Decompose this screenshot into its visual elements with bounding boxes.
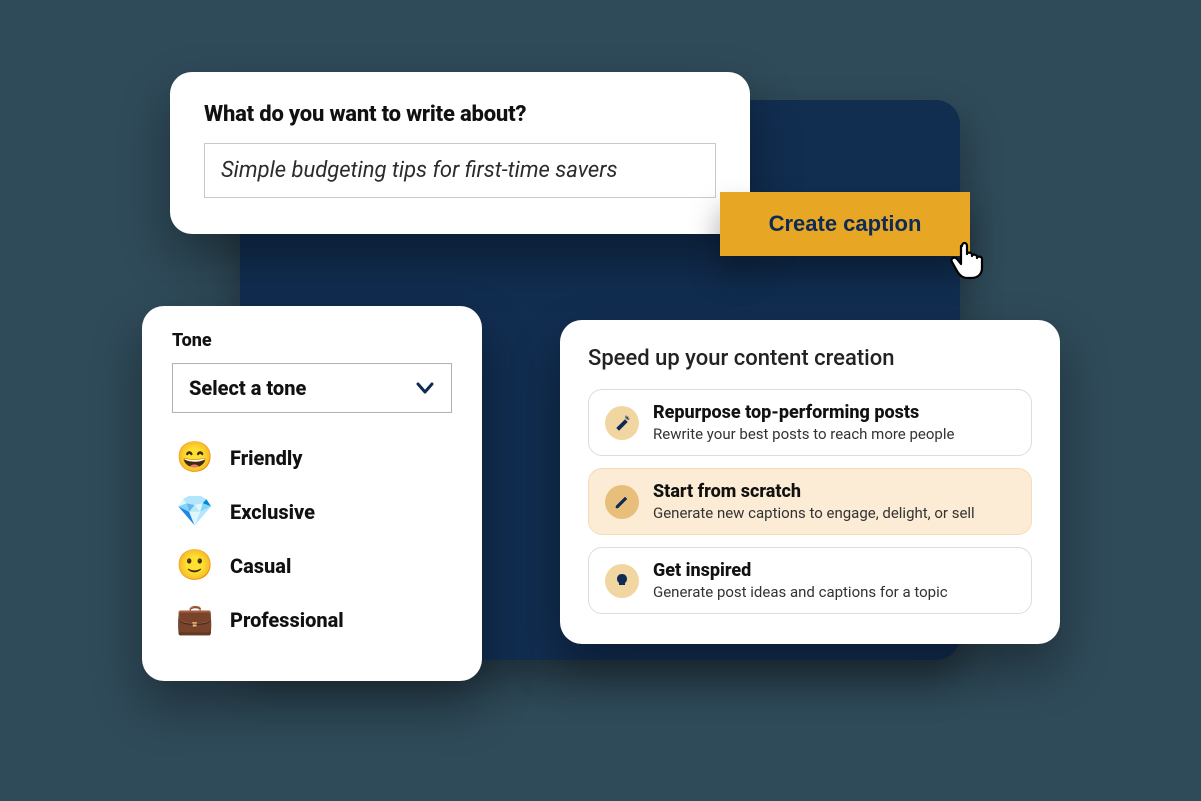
tone-option-label: Casual: [230, 554, 291, 578]
tone-option-professional[interactable]: 💼 Professional: [172, 593, 452, 647]
speed-item-repurpose[interactable]: Repurpose top-performing posts Rewrite y…: [588, 389, 1032, 456]
bulb-icon: [605, 564, 639, 598]
speed-card: Speed up your content creation Repurpose…: [560, 320, 1060, 644]
chevron-down-icon: [415, 378, 435, 398]
pencil-icon: [605, 485, 639, 519]
emoji-exclusive-icon: 💎: [176, 497, 212, 527]
speed-list: Repurpose top-performing posts Rewrite y…: [588, 389, 1032, 614]
wand-icon: [605, 406, 639, 440]
tone-option-label: Exclusive: [230, 500, 315, 524]
tone-card: Tone Select a tone 😄 Friendly 💎 Exclusiv…: [142, 306, 482, 681]
tone-options-list: 😄 Friendly 💎 Exclusive 🙂 Casual 💼 Profes…: [172, 431, 452, 647]
tone-option-label: Professional: [230, 608, 344, 632]
speed-item-title: Start from scratch: [653, 481, 975, 502]
speed-item-title: Repurpose top-performing posts: [653, 402, 954, 423]
tone-option-friendly[interactable]: 😄 Friendly: [172, 431, 452, 485]
tone-label: Tone: [172, 330, 452, 351]
speed-title: Speed up your content creation: [588, 346, 1032, 371]
emoji-casual-icon: 🙂: [176, 551, 212, 581]
prompt-card: What do you want to write about?: [170, 72, 750, 234]
emoji-friendly-icon: 😄: [176, 443, 212, 473]
speed-item-desc: Generate post ideas and captions for a t…: [653, 583, 948, 601]
tone-option-casual[interactable]: 🙂 Casual: [172, 539, 452, 593]
tone-select[interactable]: Select a tone: [172, 363, 452, 413]
speed-item-desc: Generate new captions to engage, delight…: [653, 504, 975, 522]
tone-option-label: Friendly: [230, 446, 303, 470]
speed-item-desc: Rewrite your best posts to reach more pe…: [653, 425, 954, 443]
emoji-professional-icon: 💼: [176, 605, 212, 635]
prompt-title: What do you want to write about?: [204, 102, 716, 127]
tone-select-placeholder: Select a tone: [189, 376, 306, 400]
speed-item-scratch[interactable]: Start from scratch Generate new captions…: [588, 468, 1032, 535]
prompt-input[interactable]: [204, 143, 716, 198]
speed-item-inspired[interactable]: Get inspired Generate post ideas and cap…: [588, 547, 1032, 614]
tone-option-exclusive[interactable]: 💎 Exclusive: [172, 485, 452, 539]
create-caption-button[interactable]: Create caption: [720, 192, 970, 256]
speed-item-title: Get inspired: [653, 560, 948, 581]
create-caption-label: Create caption: [769, 211, 922, 237]
